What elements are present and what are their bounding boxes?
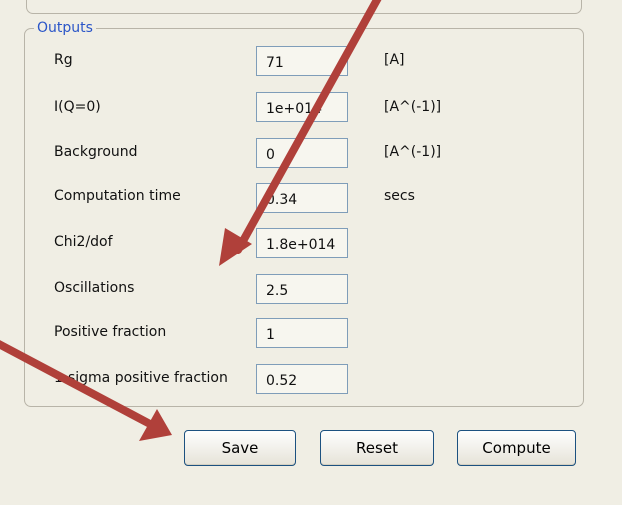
background-label: Background	[54, 144, 138, 160]
save-button[interactable]: Save	[184, 430, 296, 466]
background-field[interactable]: 0	[256, 138, 348, 168]
computation-time-unit: secs	[384, 188, 415, 204]
one-sigma-positive-fraction-label: 1-sigma positive fraction	[54, 370, 228, 386]
iq0-field[interactable]: 1e+014	[256, 92, 348, 122]
background-unit: [A^(-1)]	[384, 144, 442, 160]
oscillations-field[interactable]: 2.5	[256, 274, 348, 304]
compute-button[interactable]: Compute	[457, 430, 576, 466]
rg-field[interactable]: 71	[256, 46, 348, 76]
rg-label: Rg	[54, 52, 73, 68]
upper-group-frame	[26, 0, 582, 14]
oscillations-label: Oscillations	[54, 280, 135, 296]
reset-button[interactable]: Reset	[320, 430, 434, 466]
outputs-group	[24, 28, 584, 407]
rg-unit: [A]	[384, 52, 405, 68]
positive-fraction-field[interactable]: 1	[256, 318, 348, 348]
computation-time-field[interactable]: 0.34	[256, 183, 348, 213]
outputs-group-title: Outputs	[34, 19, 96, 37]
computation-time-label: Computation time	[54, 188, 181, 204]
iq0-unit: [A^(-1)]	[384, 99, 442, 115]
chi2dof-label: Chi2/dof	[54, 234, 113, 250]
chi2dof-field[interactable]: 1.8e+014	[256, 228, 348, 258]
iq0-label: I(Q=0)	[54, 99, 101, 115]
positive-fraction-label: Positive fraction	[54, 324, 167, 340]
one-sigma-positive-fraction-field[interactable]: 0.52	[256, 364, 348, 394]
